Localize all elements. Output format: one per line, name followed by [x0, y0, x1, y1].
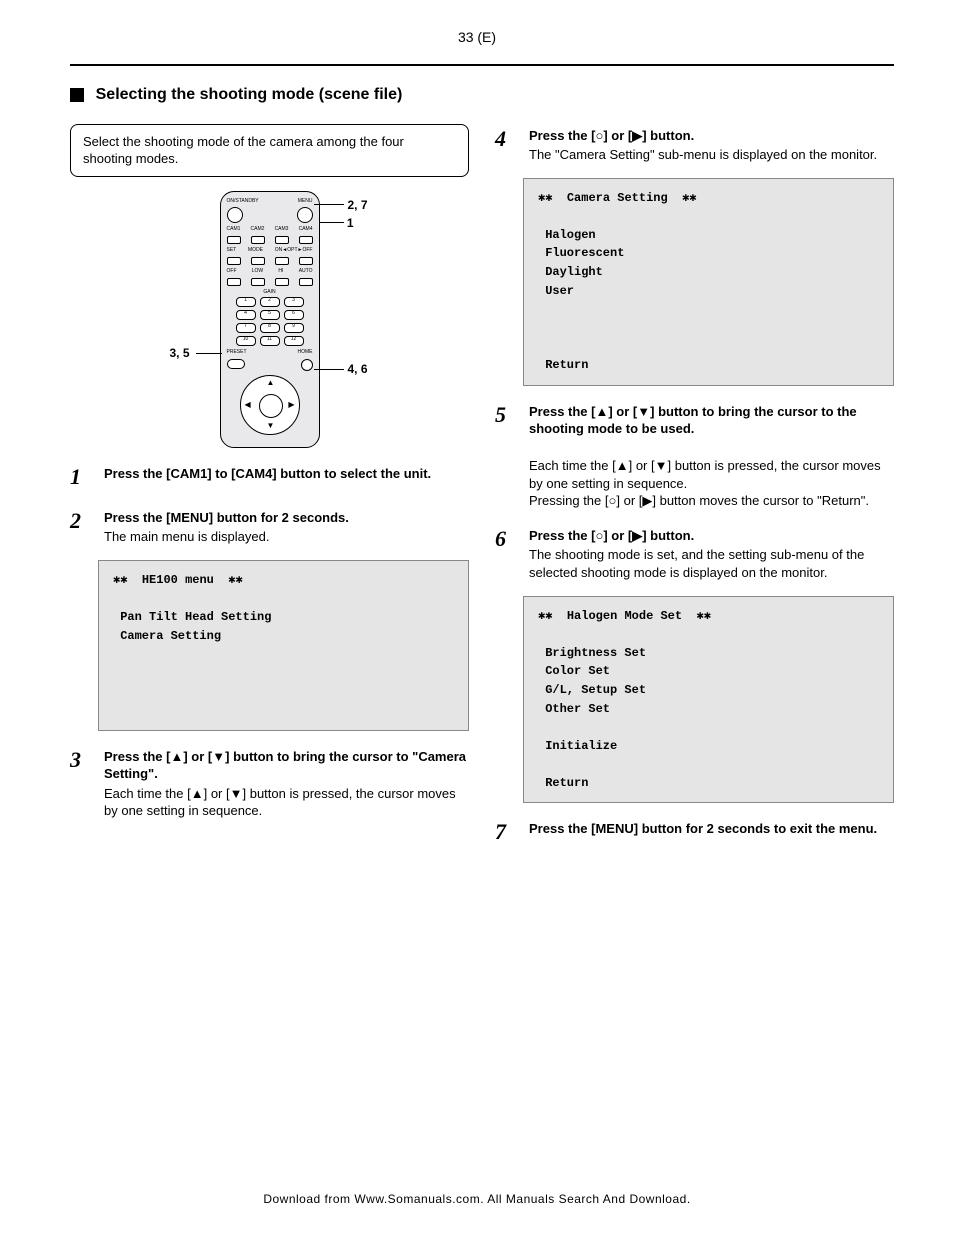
step-head: Press the [] or [] button. — [529, 127, 894, 145]
right-arrow-icon — [632, 128, 642, 143]
step-head: Press the [MENU] button for 2 seconds to… — [529, 820, 894, 838]
right-arrow-icon — [642, 493, 652, 508]
step-2: 2 Press the [MENU] button for 2 seconds.… — [70, 506, 469, 546]
step-7: 7 Press the [MENU] button for 2 seconds … — [495, 817, 894, 847]
step-number: 6 — [495, 524, 517, 582]
screen-camera-setting: ✱✱ Camera Setting ✱✱ Halogen Fluorescent… — [523, 178, 894, 386]
up-arrow-icon — [595, 404, 608, 419]
down-arrow-icon — [230, 786, 243, 801]
down-arrow-icon — [637, 404, 650, 419]
down-arrow-icon — [655, 458, 668, 473]
footer-text: Download from Www.Somanuals.com. All Man… — [0, 1191, 954, 1207]
step-body-text: The shooting mode is set, and the settin… — [529, 546, 894, 581]
step-head: Press the [] or [] button to bring the c… — [104, 748, 469, 783]
leader-label: 2, 7 — [347, 197, 367, 213]
leader-label: 4, 6 — [347, 361, 367, 377]
intro-text: Select the shooting mode of the camera a… — [83, 134, 404, 167]
right-arrow-icon — [632, 528, 642, 543]
leader-label: 3, 5 — [170, 345, 190, 361]
up-arrow-icon — [616, 458, 629, 473]
step-body-text: Each time the [] or [] button is pressed… — [529, 440, 894, 510]
step-5: 5 Press the [] or [] button to bring the… — [495, 400, 894, 510]
down-arrow-icon — [212, 749, 225, 764]
remote-illustration: 2, 7 1 3, 5 4, 6 ON/STANDBYMENU CAM1CAM2… — [70, 191, 469, 449]
step-body-text: The "Camera Setting" sub-menu is display… — [529, 146, 894, 164]
step-3: 3 Press the [] or [] button to bring the… — [70, 745, 469, 820]
up-arrow-icon — [191, 786, 204, 801]
step-body-text: Each time the [] or [] button is pressed… — [104, 785, 469, 820]
step-body-text: The main menu is displayed. — [104, 528, 469, 546]
step-head: Press the [] or [] button to bring the c… — [529, 403, 894, 438]
up-arrow-icon — [170, 749, 183, 764]
step-1: 1 Press the [CAM1] to [CAM4] button to s… — [70, 462, 469, 492]
step-number: 5 — [495, 400, 517, 510]
left-column: Select the shooting mode of the camera a… — [70, 124, 469, 862]
section-header: Selecting the shooting mode (scene file) — [70, 84, 894, 106]
step-number: 3 — [70, 745, 92, 820]
step-head: Press the [MENU] button for 2 seconds. — [104, 509, 469, 527]
square-bullet-icon — [70, 88, 84, 102]
page-number: 33 (E) — [458, 28, 496, 47]
screen-halogen-mode: ✱✱ Halogen Mode Set ✱✱ Brightness Set Co… — [523, 596, 894, 804]
divider — [70, 64, 894, 66]
section-title: Selecting the shooting mode (scene file) — [96, 84, 403, 106]
step-6: 6 Press the [] or [] button. The shootin… — [495, 524, 894, 582]
right-column: 4 Press the [] or [] button. The "Camera… — [495, 124, 894, 862]
step-number: 2 — [70, 506, 92, 546]
intro-box: Select the shooting mode of the camera a… — [70, 124, 469, 177]
step-4: 4 Press the [] or [] button. The "Camera… — [495, 124, 894, 164]
step-head: Press the [] or [] button. — [529, 527, 894, 545]
leader-label: 1 — [347, 215, 354, 231]
step-number: 7 — [495, 817, 517, 847]
step-number: 4 — [495, 124, 517, 164]
step-head: Press the [CAM1] to [CAM4] button to sel… — [104, 465, 469, 483]
screen-main-menu: ✱✱ HE100 menu ✱✱ Pan Tilt Head Setting C… — [98, 560, 469, 731]
step-number: 1 — [70, 462, 92, 492]
